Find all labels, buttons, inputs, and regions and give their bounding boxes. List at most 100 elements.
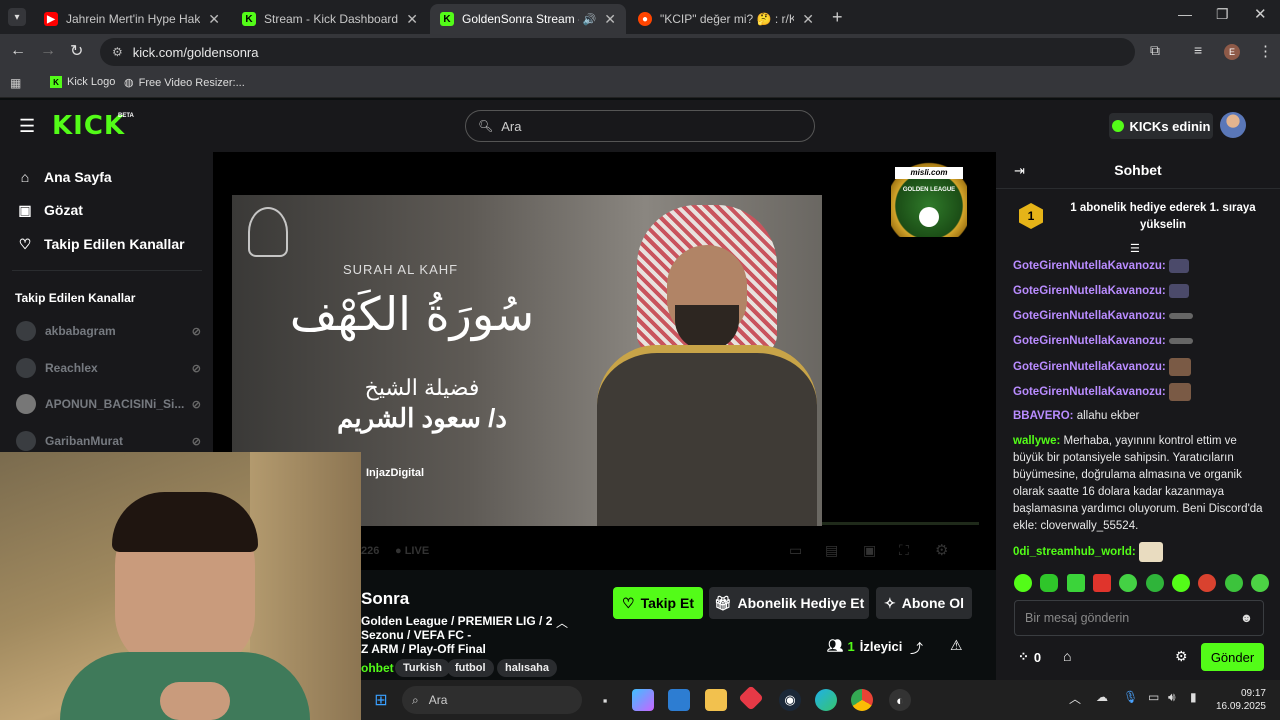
chat-username[interactable]: GoteGirenNutellaKavanozu: [1013, 361, 1166, 373]
windows-start-icon[interactable]: ⊞ [370, 689, 392, 711]
clip-icon[interactable]: ▤ [825, 542, 838, 559]
followed-channel[interactable]: APONUN_BACISINi_Si... ⊘ [16, 392, 201, 416]
sidebar-item-home[interactable]: ⌂ Ana Sayfa [16, 164, 112, 190]
emote-button[interactable] [1119, 574, 1138, 592]
bookmark-item[interactable]: ◍ Free Video Resizer:... [124, 76, 245, 90]
maximize-button[interactable]: ❐ [1216, 6, 1229, 23]
chat-username[interactable]: 0di_streamhub_world: [1013, 546, 1136, 558]
emote-button[interactable] [1198, 574, 1217, 592]
share-icon[interactable]: ⤴ [910, 638, 923, 657]
close-icon[interactable]: ✕ [208, 11, 220, 28]
category-link[interactable]: ohbet [361, 661, 394, 675]
chat-username[interactable]: GoteGirenNutellaKavanozu: [1013, 386, 1166, 398]
file-explorer-icon[interactable] [705, 689, 727, 711]
sidebar-item-following[interactable]: ♡ Takip Edilen Kanallar [16, 231, 185, 257]
task-view-icon[interactable]: ▪ [594, 689, 616, 711]
chat-username[interactable]: BBAVERO: [1013, 410, 1073, 422]
mic-icon[interactable]: 🎙︎ [1123, 690, 1138, 704]
emote-button[interactable] [1224, 574, 1243, 592]
menu-icon[interactable]: ⋮ [1258, 42, 1273, 60]
clock-time: 09:17 [1240, 688, 1266, 699]
reload-icon[interactable]: ↻ [70, 41, 83, 61]
emote-button[interactable] [1171, 574, 1190, 592]
chat-username[interactable]: wallywe: [1013, 435, 1060, 447]
chat-settings-icon[interactable]: ⚙ [1175, 648, 1188, 665]
address-bar[interactable]: ⚙ kick.com/goldensonra [100, 38, 1135, 66]
tab-search-button[interactable]: ▾ [8, 8, 26, 26]
chat-username[interactable]: GoteGirenNutellaKavanozu: [1013, 310, 1166, 322]
chat-username[interactable]: GoteGirenNutellaKavanozu: [1013, 335, 1166, 347]
chat-username[interactable]: GoteGirenNutellaKavanozu: [1013, 260, 1166, 272]
store-icon[interactable]: ⌂ [1063, 648, 1071, 664]
hamburger-menu-icon[interactable]: ☰ [19, 116, 35, 137]
kick-logo[interactable]: KICK [52, 111, 125, 141]
sidebar-item-browse[interactable]: ▣ Gözat [16, 197, 83, 223]
stream-tag[interactable]: Turkish [395, 659, 450, 677]
emote-button[interactable] [1145, 574, 1164, 592]
close-icon[interactable]: ✕ [802, 11, 814, 28]
pip-icon[interactable]: ▣ [863, 542, 876, 559]
subscribe-button[interactable]: ✧ Abone Ol [876, 587, 972, 619]
stream-tag[interactable]: halısaha [497, 659, 558, 677]
close-icon[interactable]: ✕ [604, 11, 616, 28]
speaker-icon[interactable]: 🔊 [583, 13, 597, 26]
follow-button[interactable]: ♡ Takip Et [613, 587, 703, 619]
copilot-icon[interactable] [632, 689, 654, 711]
tray-chevron-icon[interactable]: ︿ [1069, 690, 1081, 707]
gift-sub-button[interactable]: 🎁︎ Abonelik Hediye Et [709, 587, 869, 619]
store-app-icon[interactable] [668, 689, 690, 711]
expand-title-icon[interactable]: ︿ [556, 614, 568, 631]
window-close-button[interactable]: ✕ [1254, 5, 1267, 23]
report-icon[interactable]: ⚠ [950, 637, 963, 654]
points-counter[interactable]: ⁘ 0 [1018, 649, 1041, 665]
emote-button[interactable] [1092, 574, 1111, 592]
media-control-icon[interactable]: ≡ [1194, 42, 1202, 58]
chat-username[interactable]: GoteGirenNutellaKavanozu: [1013, 285, 1166, 297]
forward-icon[interactable]: → [40, 42, 56, 60]
monitor-icon[interactable]: ▭ [1148, 690, 1159, 704]
browser-tab[interactable]: K Stream - Kick Dashboard ✕ [232, 4, 428, 34]
network-icon[interactable]: ☁ [1096, 690, 1108, 704]
chrome-icon[interactable] [851, 689, 873, 711]
emoji-icon[interactable]: ☻ [1240, 611, 1253, 625]
gift-label: Abonelik Hediye Et [737, 595, 865, 611]
followed-channel[interactable]: akbabagram ⊘ [16, 319, 201, 343]
stream-tag[interactable]: futbol [447, 659, 494, 677]
bookmark-item[interactable]: K Kick Logo [50, 76, 115, 88]
battery-icon[interactable]: ▮ [1190, 690, 1197, 704]
fullscreen-icon[interactable]: ⛶ [899, 542, 909, 559]
emote-button[interactable] [1040, 574, 1059, 592]
filter-icon[interactable]: ☰ [1130, 242, 1140, 255]
extensions-icon[interactable]: ⧉ [1150, 42, 1160, 59]
followed-channel[interactable]: Reachlex ⊘ [16, 356, 201, 380]
minimize-button[interactable]: — [1178, 6, 1192, 22]
clock[interactable]: 09:17 16.09.2025 [1210, 687, 1266, 713]
search-input[interactable]: 🔍︎ Ara [465, 110, 815, 142]
emote-button[interactable] [1066, 574, 1085, 592]
get-kicks-button[interactable]: KICKs edinin [1109, 113, 1213, 139]
new-tab-button[interactable]: + [832, 7, 843, 28]
followed-channel[interactable]: GaribanMurat ⊘ [16, 429, 201, 453]
emote-button[interactable] [1014, 574, 1032, 592]
sheikh-figure [597, 195, 817, 526]
chat-input[interactable]: Bir mesaj gönderin ☻ [1014, 600, 1264, 636]
channel-name[interactable]: Sonra [361, 589, 409, 609]
edge-icon[interactable] [815, 689, 837, 711]
user-avatar[interactable] [1220, 112, 1246, 138]
close-icon[interactable]: ✕ [406, 11, 418, 28]
emote-button[interactable] [1250, 574, 1269, 592]
steam-icon[interactable]: ◉ [779, 689, 801, 711]
app-icon[interactable]: ◐ [889, 689, 911, 711]
site-info-icon[interactable]: ⚙ [112, 45, 123, 59]
browser-tab[interactable]: ▶ Jahrein Mert'in Hype Hakkında ✕ [34, 4, 230, 34]
back-icon[interactable]: ← [10, 42, 26, 60]
settings-icon[interactable]: ⚙ [935, 541, 948, 559]
profile-avatar[interactable]: E [1224, 44, 1240, 60]
browser-tab-active[interactable]: K GoldenSonra Stream - Watch 🔊 ✕ [430, 4, 626, 34]
browser-tab[interactable]: ● "KCIP" değer mi? 🤔 : r/KickStr ✕ [628, 4, 824, 34]
theater-mode-icon[interactable]: ▭ [789, 542, 802, 559]
send-button[interactable]: Gönder [1201, 643, 1264, 671]
volume-icon[interactable]: 🔊︎ [1168, 690, 1176, 705]
apps-grid-icon[interactable]: ▦ [10, 76, 21, 90]
taskbar-search[interactable]: ⌕ Ara [402, 686, 582, 714]
